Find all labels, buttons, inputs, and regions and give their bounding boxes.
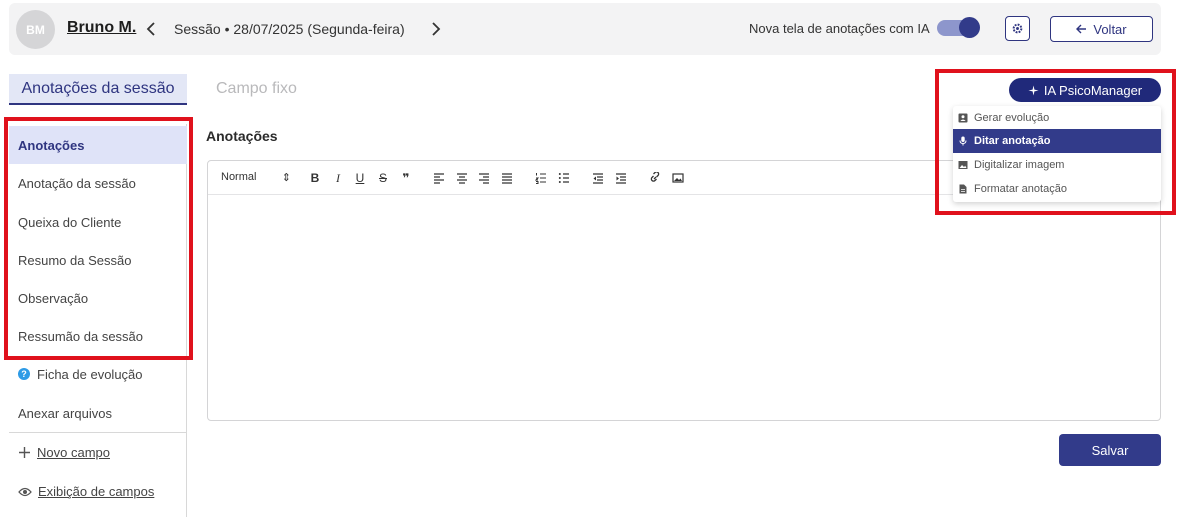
plus-icon [19,447,30,458]
align-justify-button[interactable] [499,170,515,186]
tab-campo-fixo[interactable]: Campo fixo [216,80,297,98]
align-center-button[interactable] [454,170,470,186]
settings-button[interactable] [1005,16,1030,41]
sidebar-divider [9,432,187,433]
align-right-button[interactable] [476,170,492,186]
bullet-list-icon [558,173,569,183]
save-button[interactable]: Salvar [1059,434,1161,466]
ai-toggle-knob[interactable] [959,17,980,38]
align-right-icon [479,173,489,184]
italic-button[interactable]: I [330,170,346,186]
indent-button[interactable] [613,170,629,186]
ai-toggle-label: Nova tela de anotações com IA [749,21,930,36]
strike-button[interactable]: S [375,170,391,186]
back-button[interactable]: Voltar [1050,16,1153,42]
annotation-highlight-ia-menu [935,69,1176,215]
annotation-highlight-sidebar [4,117,193,360]
chevron-right-icon [432,22,441,36]
link-icon [650,172,660,182]
question-icon: ? [18,368,30,380]
underline-button[interactable]: U [352,170,368,186]
bold-button[interactable]: B [307,170,323,186]
next-session-button[interactable] [426,17,446,41]
blockquote-button[interactable]: ❞ [398,170,414,186]
align-center-icon [457,173,467,184]
outdent-button[interactable] [590,170,606,186]
format-select-arrow: ⇕ [281,172,291,184]
link-button[interactable] [647,170,663,186]
back-button-label: Voltar [1093,21,1127,37]
image-icon [672,173,684,183]
eye-icon [18,487,32,496]
align-left-button[interactable] [431,170,447,186]
insert-image-button[interactable] [670,170,686,186]
align-justify-icon [502,173,512,184]
format-select[interactable]: Normal ⇕ [221,171,291,184]
patient-name-link[interactable]: Bruno M. [67,19,136,37]
previous-session-button[interactable] [141,17,161,41]
align-left-icon [434,173,444,184]
ordered-list-button[interactable] [533,170,549,186]
outdent-icon [593,173,603,184]
bullet-list-button[interactable] [556,170,572,186]
ordered-list-icon [535,173,546,184]
sidebar-item-ficha-de-evolucao[interactable]: ? Ficha de evolução [9,355,187,393]
sidebar-tab-session-notes[interactable]: Anotações da sessão [9,74,187,105]
new-field-label: Novo campo [37,445,110,460]
session-date-label: Sessão • 28/07/2025 (Segunda-feira) [174,21,405,37]
top-header: BM Bruno M. Sessão • 28/07/2025 (Segunda… [9,3,1161,55]
arrow-left-icon [1076,24,1087,34]
new-field-link[interactable]: Novo campo [18,445,110,460]
notes-section-title: Anotações [206,128,278,144]
format-select-value: Normal [221,171,257,183]
sidebar-item-label: Anexar arquivos [18,405,112,421]
sidebar-item-anexar-arquivos[interactable]: Anexar arquivos [9,394,187,432]
avatar: BM [16,10,55,49]
display-fields-label: Exibição de campos [38,484,155,499]
sidebar-item-label: Ficha de evolução [37,366,143,382]
display-fields-link[interactable]: Exibição de campos [18,484,154,499]
gear-icon [1012,23,1023,34]
chevron-left-icon [146,22,155,36]
indent-icon [616,173,626,184]
